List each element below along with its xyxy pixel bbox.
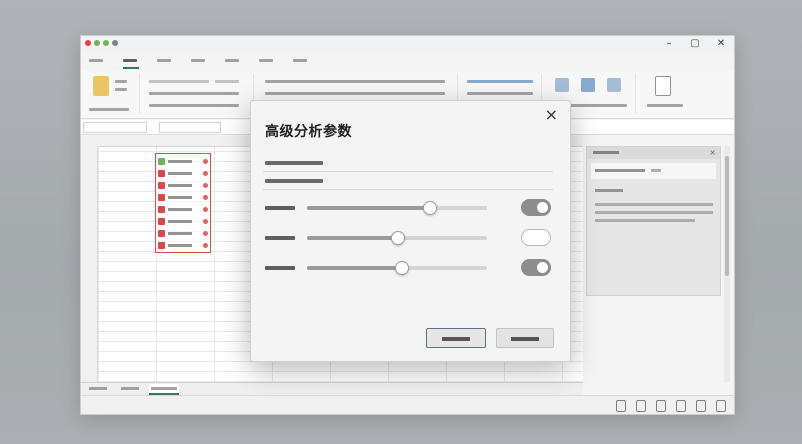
confirm-button[interactable] xyxy=(426,328,486,348)
param-toggle-2[interactable] xyxy=(521,229,551,246)
param-slider-3[interactable] xyxy=(307,261,487,275)
param-label-2 xyxy=(265,233,297,243)
section-label-1 xyxy=(265,159,323,167)
param-slider-2[interactable] xyxy=(307,231,487,245)
param-row-2 xyxy=(265,229,555,247)
param-label-1 xyxy=(265,203,297,213)
param-toggle-1[interactable] xyxy=(521,199,551,216)
param-slider-1[interactable] xyxy=(307,201,487,215)
slider-thumb[interactable] xyxy=(391,231,405,245)
cancel-button[interactable] xyxy=(496,328,554,348)
param-row-3 xyxy=(265,259,555,277)
close-icon[interactable]: × xyxy=(545,105,558,124)
section-divider xyxy=(263,171,553,172)
section-divider xyxy=(263,189,553,190)
section-label-2 xyxy=(265,177,323,185)
param-row-1 xyxy=(265,199,555,217)
slider-thumb[interactable] xyxy=(423,201,438,215)
param-toggle-3[interactable] xyxy=(521,259,551,276)
advanced-analysis-dialog: 高级分析参数 × xyxy=(250,100,571,362)
dialog-title: 高级分析参数 xyxy=(265,124,352,140)
slider-thumb[interactable] xyxy=(394,261,409,275)
param-label-3 xyxy=(265,263,297,273)
